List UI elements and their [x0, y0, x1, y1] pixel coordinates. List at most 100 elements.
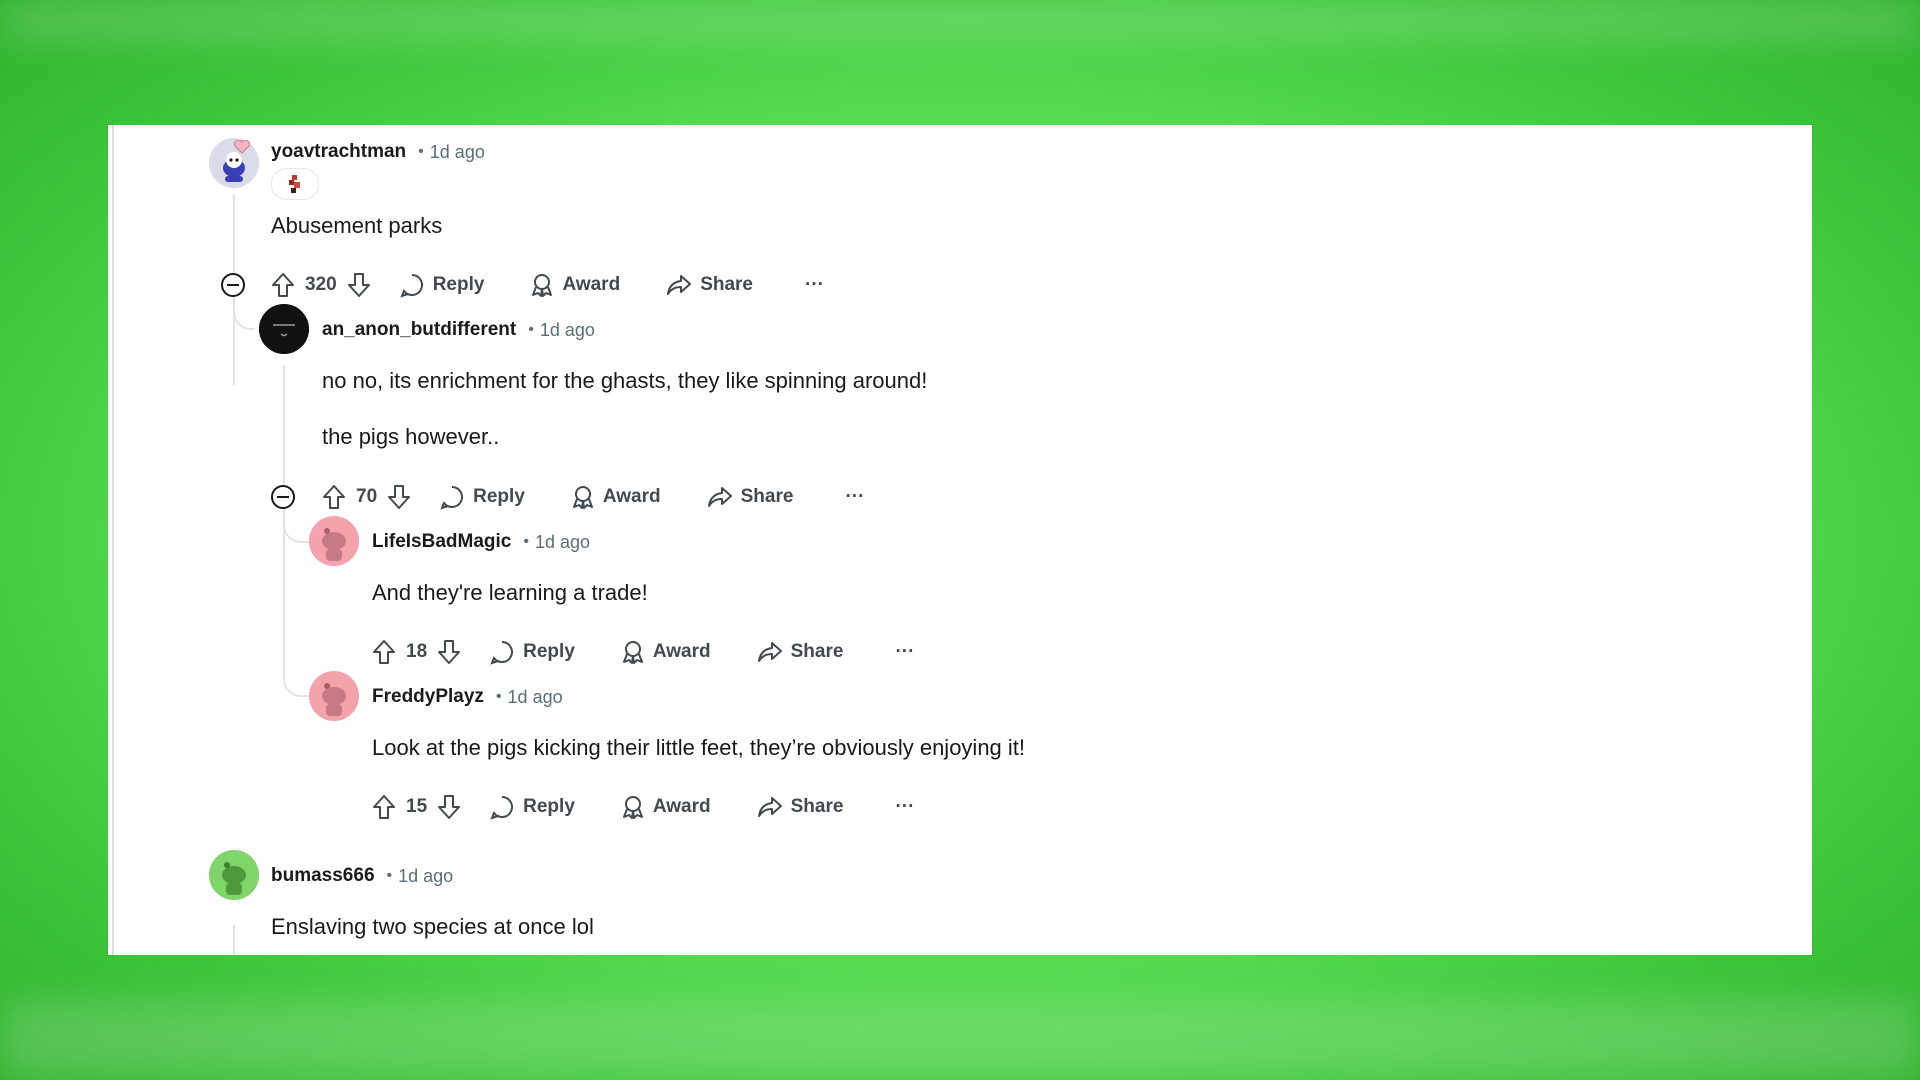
share-button[interactable]: Share: [757, 795, 844, 819]
comment-meta: FreddyPlayz • 1d ago: [372, 686, 563, 708]
avatar[interactable]: [209, 850, 259, 900]
vote-count: 70: [356, 486, 378, 507]
user-flair: [271, 168, 319, 200]
comment-meta: an_anon_butdifferent • 1d ago: [322, 319, 595, 341]
snoo-avatar-icon: [309, 516, 359, 566]
share-label: Share: [790, 641, 844, 662]
reply-button[interactable]: Reply: [439, 484, 525, 510]
comment-actions: 18 Reply Award Share ···: [372, 635, 914, 669]
vote-count: 320: [305, 274, 337, 295]
heart-badge-icon: [234, 140, 250, 154]
reply-button[interactable]: Reply: [489, 794, 575, 820]
award-ribbon-icon: [622, 796, 643, 819]
separator-dot: •: [418, 143, 424, 160]
more-options-button[interactable]: ···: [805, 274, 824, 296]
award-label: Award: [652, 796, 711, 817]
thread-line: [233, 925, 235, 955]
comment-body: And they're learning a trade!: [372, 580, 648, 605]
comment-bubble-icon: [490, 641, 514, 665]
share-arrow-icon: [707, 487, 732, 507]
downvote-arrow-icon: [438, 640, 461, 664]
upvote-arrow-icon: [373, 795, 395, 819]
comment-actions: 320 Reply Award Share ···: [271, 268, 824, 302]
collapse-thread-button[interactable]: [221, 273, 245, 297]
award-button[interactable]: Award: [530, 272, 620, 298]
comment-bubble-icon: [399, 274, 423, 298]
username[interactable]: an_anon_butdifferent: [322, 319, 516, 341]
reply-button[interactable]: Reply: [399, 272, 485, 298]
avatar[interactable]: [259, 304, 309, 354]
share-label: Share: [790, 796, 844, 817]
award-button[interactable]: Award: [621, 794, 711, 820]
username[interactable]: bumass666: [271, 865, 375, 887]
award-label: Award: [652, 641, 711, 662]
downvote-arrow-icon: [347, 273, 370, 297]
snoo-avatar-icon: [209, 850, 259, 900]
background-glow: [0, 0, 1920, 40]
comment-body: Abusement parks: [271, 213, 443, 238]
reply-label: Reply: [473, 486, 525, 507]
comment-thread-card: yoavtrachtman • 1d ago Abusement parks 3…: [108, 125, 1812, 955]
avatar[interactable]: [309, 671, 359, 721]
downvote-button[interactable]: [387, 484, 411, 510]
comment-actions: 15 Reply Award Share ···: [372, 790, 914, 824]
comment-meta: bumass666 • 1d ago: [271, 865, 453, 887]
separator-dot: •: [386, 867, 393, 884]
award-ribbon-icon: [572, 486, 593, 509]
timestamp: 1d ago: [429, 141, 485, 162]
avatar[interactable]: [309, 516, 359, 566]
custom-avatar-icon: [259, 304, 309, 354]
comment-bubble-icon: [490, 796, 514, 820]
downvote-button[interactable]: [437, 639, 461, 665]
comment-body: Enslaving two species at once lol: [271, 914, 594, 939]
share-button[interactable]: Share: [707, 485, 793, 509]
upvote-button[interactable]: [372, 794, 396, 820]
upvote-button[interactable]: [372, 639, 396, 665]
downvote-button[interactable]: [347, 272, 371, 298]
downvote-button[interactable]: [437, 794, 461, 820]
comment-body: no no, its enrichment for the ghasts, th…: [322, 368, 928, 393]
downvote-arrow-icon: [438, 795, 461, 819]
upvote-arrow-icon: [272, 273, 294, 297]
timestamp: 1d ago: [507, 686, 563, 707]
upvote-arrow-icon: [373, 640, 395, 664]
award-button[interactable]: Award: [571, 484, 661, 510]
share-arrow-icon: [757, 797, 782, 817]
snoo-avatar-icon: [309, 671, 359, 721]
award-label: Award: [562, 274, 621, 295]
more-options-button[interactable]: ···: [895, 796, 914, 818]
upvote-arrow-icon: [323, 485, 345, 509]
timestamp: 1d ago: [539, 319, 595, 340]
award-ribbon-icon: [622, 641, 643, 664]
comment-meta: yoavtrachtman • 1d ago: [271, 141, 485, 163]
separator-dot: •: [528, 321, 534, 338]
collapse-thread-button[interactable]: [271, 485, 295, 509]
vote-count: 15: [406, 796, 428, 817]
award-label: Award: [602, 486, 661, 507]
upvote-button[interactable]: [271, 272, 295, 298]
comment-meta: LifeIsBadMagic • 1d ago: [372, 531, 590, 553]
more-options-button[interactable]: ···: [895, 641, 914, 663]
award-button[interactable]: Award: [621, 639, 711, 665]
separator-dot: •: [523, 533, 529, 550]
share-button[interactable]: Share: [757, 640, 844, 664]
flair-icon: [289, 175, 300, 193]
more-options-button[interactable]: ···: [845, 486, 864, 508]
username[interactable]: LifeIsBadMagic: [372, 531, 511, 553]
share-arrow-icon: [667, 275, 692, 295]
vote-count: 18: [406, 641, 428, 662]
share-button[interactable]: Share: [666, 273, 753, 297]
thread-line: [283, 365, 285, 489]
downvote-arrow-icon: [388, 485, 411, 509]
separator-dot: •: [495, 688, 502, 705]
comment-actions: 70 Reply Award Share ···: [322, 480, 864, 514]
thread-curve: [283, 495, 311, 697]
username[interactable]: FreddyPlayz: [372, 686, 484, 708]
upvote-button[interactable]: [322, 484, 346, 510]
thread-curve: [233, 308, 255, 330]
comment-body: the pigs however..: [322, 424, 500, 449]
reply-label: Reply: [432, 274, 485, 295]
username[interactable]: yoavtrachtman: [271, 141, 406, 163]
comment-bubble-icon: [440, 486, 464, 510]
reply-button[interactable]: Reply: [489, 639, 575, 665]
